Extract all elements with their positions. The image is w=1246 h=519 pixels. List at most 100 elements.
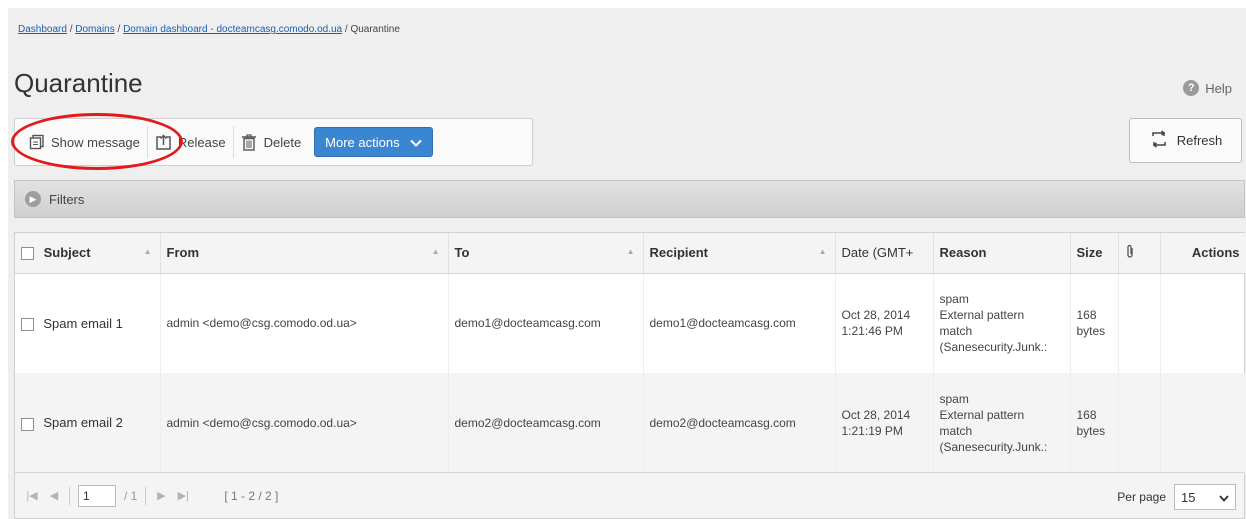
cell-subject: Spam email 1 xyxy=(15,273,161,373)
quarantine-table: Subject ▲ From ▲ To ▲ Recipient ▲ Date (… xyxy=(14,232,1246,519)
cell-size: 168 bytes xyxy=(1070,373,1119,473)
subject-text: Spam email 2 xyxy=(43,415,123,431)
pager-divider xyxy=(145,486,147,505)
reason-line: (Sanesecurity.Junk.: xyxy=(939,340,1048,355)
cell-recipient: demo2@docteamcasg.com xyxy=(643,373,836,473)
column-label: Date (GMT+ xyxy=(841,245,914,261)
cell-to: demo1@docteamcasg.com xyxy=(448,273,644,373)
cell-reason: spam External pattern match (Sanesecurit… xyxy=(933,273,1071,373)
per-page-control: Per page 15 xyxy=(1117,484,1236,510)
sort-arrow-icon: ▲ xyxy=(431,247,440,256)
column-label: Subject xyxy=(43,245,91,261)
release-button[interactable]: Release xyxy=(148,126,233,158)
sort-arrow-icon: ▲ xyxy=(143,247,152,256)
column-header-size[interactable]: Size xyxy=(1070,233,1119,274)
next-page-icon[interactable]: ▶ xyxy=(154,489,168,502)
show-message-button[interactable]: Show message xyxy=(21,126,147,158)
cell-date: Oct 28, 2014 1:21:19 PM xyxy=(835,373,934,473)
cell-actions xyxy=(1160,373,1246,473)
release-icon xyxy=(155,133,172,151)
cell-reason: spam External pattern match (Sanesecurit… xyxy=(933,373,1071,473)
time-text: 1:21:19 PM xyxy=(841,424,903,438)
pagination-bar: |◀ ◀ / 1 ▶ ▶| [ 1 - 2 / 2 ] Per page 15 xyxy=(15,472,1244,518)
page-count-text: / 1 xyxy=(124,488,138,503)
page-number-input[interactable] xyxy=(78,484,116,507)
last-page-icon[interactable]: ▶| xyxy=(176,489,190,502)
reason-line: External pattern xyxy=(939,308,1025,323)
action-toolbar: Show message Release Delete More actions xyxy=(14,118,533,166)
refresh-button[interactable]: Refresh xyxy=(1129,118,1242,163)
cell-from: admin <demo@csg.comodo.od.ua> xyxy=(160,373,449,473)
cell-attachment xyxy=(1118,373,1161,473)
row-checkbox[interactable] xyxy=(21,417,34,431)
record-range-text: [ 1 - 2 / 2 ] xyxy=(224,488,279,503)
sort-arrow-icon: ▲ xyxy=(626,247,635,256)
column-header-recipient[interactable]: Recipient ▲ xyxy=(643,233,836,274)
per-page-label: Per page xyxy=(1117,490,1166,504)
breadcrumb-link-domain-dashboard[interactable]: Domain dashboard - docteamcasg.comodo.od… xyxy=(123,24,342,35)
date-text: Oct 28, 2014 xyxy=(841,408,911,422)
release-label: Release xyxy=(177,134,226,150)
column-header-actions: Actions xyxy=(1160,233,1246,274)
breadcrumb-separator: / xyxy=(69,24,73,35)
breadcrumb-separator: / xyxy=(344,24,348,35)
chevron-down-icon xyxy=(409,135,422,150)
cell-recipient: demo1@docteamcasg.com xyxy=(643,273,836,373)
per-page-select[interactable]: 15 xyxy=(1174,484,1236,510)
row-checkbox[interactable] xyxy=(21,317,34,331)
filters-panel-toggle[interactable]: ▶ Filters xyxy=(14,180,1245,218)
first-page-icon[interactable]: |◀ xyxy=(25,489,39,502)
show-message-label: Show message xyxy=(51,134,140,150)
cell-attachment xyxy=(1118,273,1161,373)
breadcrumb-link-dashboard[interactable]: Dashboard xyxy=(18,24,67,35)
reason-line: spam xyxy=(939,292,969,307)
table-header-row: Subject ▲ From ▲ To ▲ Recipient ▲ Date (… xyxy=(15,233,1246,274)
cell-from: admin <demo@csg.comodo.od.ua> xyxy=(160,273,449,373)
table-row[interactable]: Spam email 1 admin <demo@csg.comodo.od.u… xyxy=(15,273,1246,373)
breadcrumb-separator: / xyxy=(117,24,121,35)
column-label: To xyxy=(454,245,470,261)
filters-label: Filters xyxy=(49,191,85,207)
help-link[interactable]: ? Help xyxy=(1183,80,1232,96)
size-unit: bytes xyxy=(1076,324,1106,339)
reason-line: spam xyxy=(939,392,969,406)
breadcrumb-link-domains[interactable]: Domains xyxy=(75,24,114,35)
column-header-reason[interactable]: Reason xyxy=(933,233,1071,274)
breadcrumb-current: Quarantine xyxy=(350,24,400,35)
column-label: Reason xyxy=(939,245,987,261)
previous-page-icon[interactable]: ◀ xyxy=(47,489,61,502)
more-actions-button[interactable]: More actions xyxy=(314,127,433,157)
cell-to: demo2@docteamcasg.com xyxy=(448,373,644,473)
column-header-from[interactable]: From ▲ xyxy=(160,233,449,274)
size-unit: bytes xyxy=(1076,424,1106,438)
chevron-down-icon xyxy=(1219,490,1229,505)
breadcrumb: Dashboard / Domains / Domain dashboard -… xyxy=(18,24,400,35)
per-page-value: 15 xyxy=(1181,489,1196,505)
delete-label: Delete xyxy=(263,134,302,150)
expand-arrow-icon: ▶ xyxy=(25,191,41,207)
help-icon: ? xyxy=(1183,80,1200,96)
reason-line: match xyxy=(939,424,973,438)
reason-line: External pattern xyxy=(939,408,1025,422)
pager-divider xyxy=(69,486,70,505)
help-label: Help xyxy=(1205,80,1232,96)
message-view-icon xyxy=(28,134,45,151)
delete-button[interactable]: Delete xyxy=(234,126,309,158)
column-label: Size xyxy=(1076,245,1103,261)
refresh-label: Refresh xyxy=(1176,133,1223,148)
table-row[interactable]: Spam email 2 admin <demo@csg.comodo.od.u… xyxy=(15,373,1246,473)
sort-arrow-icon: ▲ xyxy=(818,247,827,256)
column-header-attachment[interactable] xyxy=(1118,233,1161,274)
size-value: 168 xyxy=(1076,308,1097,323)
trash-icon xyxy=(241,133,258,151)
column-header-to[interactable]: To ▲ xyxy=(448,233,644,274)
time-text: 1:21:46 PM xyxy=(841,324,903,339)
column-header-date[interactable]: Date (GMT+ xyxy=(835,233,934,274)
column-header-subject[interactable]: Subject ▲ xyxy=(15,233,161,274)
date-text: Oct 28, 2014 xyxy=(841,308,911,323)
cell-subject: Spam email 2 xyxy=(15,373,161,473)
reason-line: match xyxy=(939,324,973,339)
column-label: Actions xyxy=(1191,245,1240,261)
select-all-checkbox[interactable] xyxy=(21,247,34,261)
size-value: 168 xyxy=(1076,408,1097,422)
